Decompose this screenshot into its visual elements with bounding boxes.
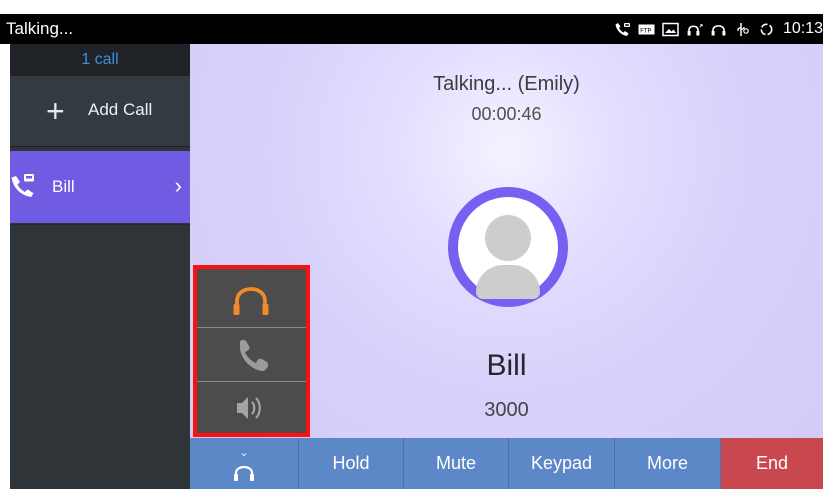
status-title: Talking... xyxy=(6,19,74,38)
image-icon xyxy=(662,22,679,37)
audio-option-headset[interactable] xyxy=(197,273,306,327)
status-bar: Talking... FTP 10:13 xyxy=(0,14,823,44)
active-call-phone-icon xyxy=(10,173,36,198)
usb-icon xyxy=(734,22,751,37)
chevron-down-icon: ⌄ xyxy=(239,446,249,459)
mute-button[interactable]: Mute xyxy=(403,438,509,489)
headset-icon xyxy=(710,22,727,37)
status-time: 10:13 xyxy=(782,20,823,37)
headset-icon xyxy=(233,287,269,315)
audio-route-popup xyxy=(193,265,310,437)
ftp-icon: FTP xyxy=(638,22,655,37)
sidebar-divider xyxy=(10,224,190,225)
add-call-button[interactable]: + Add Call xyxy=(10,76,190,147)
headset-icon xyxy=(233,465,254,481)
call-duration: 00:00:46 xyxy=(471,104,542,124)
active-call-name: Bill xyxy=(52,177,75,196)
contact-avatar xyxy=(448,187,568,307)
audio-option-speaker[interactable] xyxy=(197,381,306,435)
call-toolbar: ⌄ Hold Mute Keypad More End xyxy=(190,438,823,489)
status-icons: FTP 10:13 xyxy=(614,18,823,40)
call-count: 1 call xyxy=(10,44,190,76)
speaker-icon xyxy=(237,397,261,419)
add-call-label: Add Call xyxy=(88,100,153,119)
chevron-right-icon: › xyxy=(174,173,182,198)
svg-text:FTP: FTP xyxy=(640,28,651,34)
avatar-shoulders xyxy=(476,265,540,299)
audio-route-button[interactable]: ⌄ xyxy=(190,438,299,489)
active-call-item[interactable]: Bill › xyxy=(10,151,190,223)
sync-icon xyxy=(758,22,775,37)
avatar-head xyxy=(485,215,531,261)
plus-icon: + xyxy=(46,93,65,129)
avatar-inner xyxy=(458,197,558,299)
hold-button[interactable]: Hold xyxy=(298,438,404,489)
phone-icon xyxy=(614,22,631,37)
handset-icon xyxy=(240,339,269,371)
keypad-button[interactable]: Keypad xyxy=(508,438,615,489)
end-call-button[interactable]: End xyxy=(720,438,823,489)
bluetooth-headset-icon xyxy=(686,22,703,37)
phone-call-screen: Talking... FTP 10:13 1 call + Add Call B… xyxy=(0,0,823,489)
audio-option-handset[interactable] xyxy=(197,327,306,381)
more-button[interactable]: More xyxy=(614,438,721,489)
call-status-text: Talking... (Emily) xyxy=(433,73,580,95)
call-sidebar: 1 call + Add Call Bill › xyxy=(10,44,190,489)
